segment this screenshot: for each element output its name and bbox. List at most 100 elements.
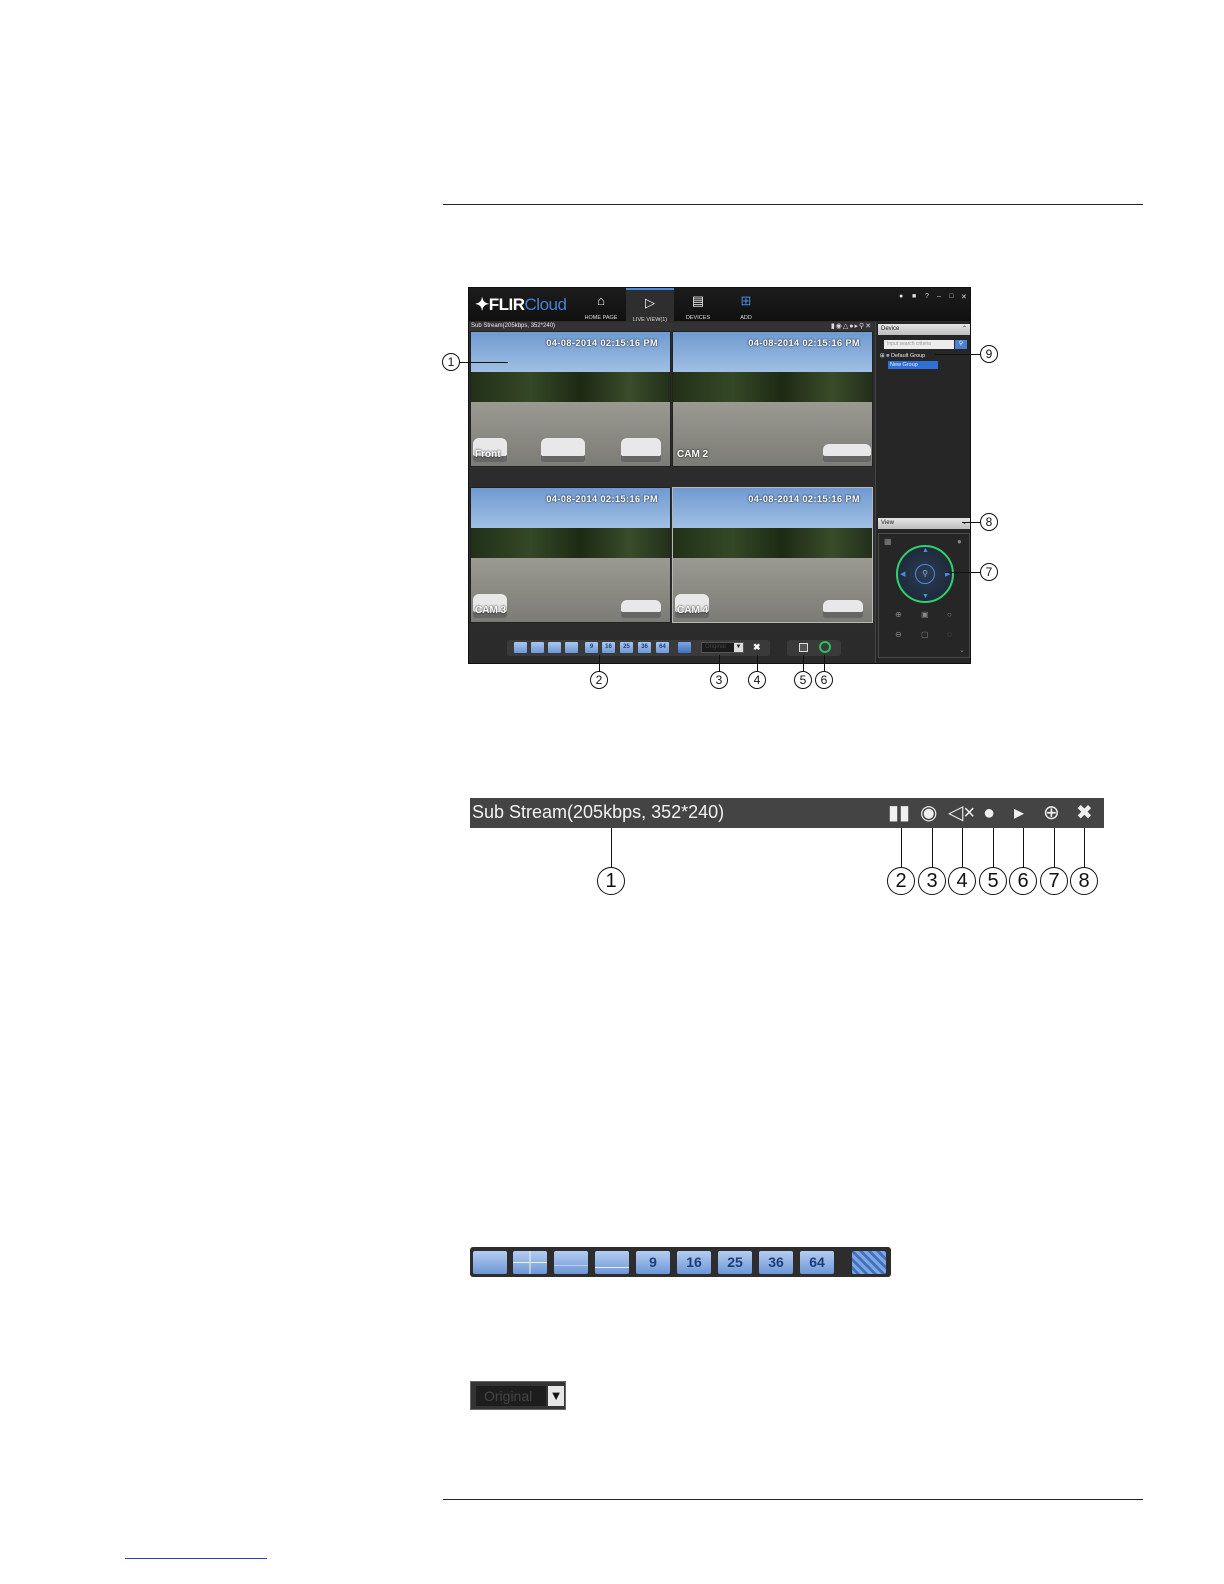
focus-icon[interactable]: ▣ [921, 610, 929, 619]
nav-devices[interactable]: ▤ DEVICES [674, 288, 722, 322]
ptz-user-icon[interactable]: ● [957, 537, 962, 546]
flir-cloud-window: ✦FLIRCloud ⌂ HOME PAGE ▷ LIVE VIEW(1) ▤ … [468, 287, 971, 664]
callout-leader [824, 655, 825, 672]
maximize-icon[interactable]: □ [949, 293, 953, 300]
layout-16-button[interactable]: 16 [677, 1251, 711, 1274]
layout-1-button[interactable] [514, 642, 527, 653]
camera-icon: ▷ [645, 295, 655, 310]
folder-icon: ■ [886, 353, 890, 359]
layout-4-button[interactable] [513, 1251, 547, 1274]
refresh-button[interactable] [819, 641, 831, 653]
layout-64-button[interactable]: 64 [800, 1251, 834, 1274]
callout-leader [945, 572, 981, 573]
camera-tile[interactable]: 04-08-2014 02:15:16 PM CAM 4 [672, 487, 873, 623]
callout-2: 2 [590, 671, 608, 689]
layout-4-button[interactable] [531, 642, 544, 653]
device-panel-header[interactable]: Device ⌃ [878, 324, 970, 335]
aspect-ratio-value: Original [705, 644, 726, 650]
callout-leader [803, 655, 804, 672]
callout-5: 5 [979, 867, 1007, 895]
layout-6-button[interactable] [554, 1251, 588, 1274]
stream-info-bar-zoomed: Sub Stream(205kbps, 352*240) ▮▮ ◉ ◁× ● ▸… [470, 798, 1104, 828]
nav-add[interactable]: ⊞ ADD [722, 288, 770, 322]
stream-info-text: Sub Stream(205kbps, 352*240) [471, 323, 556, 329]
lock-icon[interactable]: ■ [912, 293, 916, 300]
camera-tile[interactable]: 04-08-2014 02:15:16 PM CAM 3 [470, 487, 671, 623]
callout-3: 3 [710, 671, 728, 689]
arrow-up-icon[interactable]: ▲ [922, 547, 929, 554]
layout-25-button[interactable]: 25 [620, 642, 633, 653]
callout-2: 2 [887, 867, 915, 895]
camera-name: Front [475, 449, 501, 460]
arrow-left-icon[interactable]: ◀ [900, 570, 905, 578]
aspect-ratio-value: Original [476, 1386, 546, 1406]
callout-8: 8 [980, 513, 998, 531]
callout-leader [611, 828, 612, 868]
microphone-icon[interactable]: ● [983, 802, 995, 824]
callout-8: 8 [1070, 867, 1098, 895]
close-icon[interactable]: ✖ [1076, 802, 1093, 824]
digital-zoom-icon[interactable]: ⊕ [1043, 802, 1060, 824]
user-icon[interactable]: ● [899, 293, 903, 300]
iris-icon[interactable]: ○ [947, 610, 952, 619]
custom-layout-button[interactable] [678, 642, 691, 653]
camera-name: CAM 4 [677, 605, 709, 616]
camera-tile[interactable]: 04-08-2014 02:15:16 PM Front [470, 331, 671, 467]
header-rule [443, 204, 1143, 205]
tree-item-new-group[interactable]: New Group [888, 361, 938, 369]
layout-8-button[interactable] [565, 642, 578, 653]
callout-6: 6 [815, 671, 833, 689]
stream-toolbar-icons[interactable]: ▮◉△●▸⚲✕ [831, 322, 872, 331]
callout-leader [993, 828, 994, 868]
layout-36-button[interactable]: 36 [638, 642, 651, 653]
ptz-center-zoom-icon[interactable]: ⚲ [915, 564, 935, 584]
zoom-out-icon[interactable]: ⊖ [895, 630, 902, 639]
ptz-grid-icon[interactable]: ▦ [884, 537, 892, 546]
layout-9-button[interactable]: 9 [636, 1251, 670, 1274]
aspect-ratio-select-zoomed[interactable]: Original ▼ [470, 1381, 566, 1410]
nav-live-view[interactable]: ▷ LIVE VIEW(1) [626, 288, 674, 323]
snapshot-icon[interactable]: ◉ [920, 802, 937, 824]
arrow-down-icon[interactable]: ▼ [922, 593, 929, 600]
zoom-in-icon[interactable]: ⊕ [895, 610, 902, 619]
instant-playback-icon[interactable]: ▸ [1014, 802, 1024, 824]
focus-far-icon[interactable]: ▢ [921, 630, 929, 639]
iris-close-icon[interactable]: ◌ [947, 630, 952, 639]
add-icon: ⊞ [740, 293, 752, 308]
close-icon[interactable]: ✕ [961, 293, 967, 301]
layout-64-button[interactable]: 64 [656, 642, 669, 653]
callout-3: 3 [918, 867, 946, 895]
camera-tile[interactable]: 04-08-2014 02:15:16 PM CAM 2 [672, 331, 873, 467]
callout-9: 9 [980, 345, 998, 363]
camera-timestamp: 04-08-2014 02:15:16 PM [546, 494, 658, 504]
layout-16-button[interactable]: 16 [602, 642, 615, 653]
custom-layout-button[interactable] [852, 1251, 886, 1274]
callout-4: 4 [748, 671, 766, 689]
search-icon[interactable]: ⚲ [955, 340, 967, 349]
fullscreen-icon[interactable]: ✖ [753, 642, 761, 653]
callout-leader [932, 828, 933, 868]
device-search-input[interactable]: Input search criteria [884, 340, 954, 349]
flir-cloud-logo: ✦FLIRCloud [475, 295, 567, 314]
nav-home-page[interactable]: ⌂ HOME PAGE [577, 288, 625, 322]
mute-icon[interactable]: ◁× [948, 802, 975, 824]
ptz-direction-ring[interactable]: ▲ ▼ ◀ ▶ ⚲ [896, 545, 954, 603]
tree-item-default-group[interactable]: ⊞ ■ Default Group [880, 353, 925, 359]
record-all-button[interactable] [799, 643, 808, 652]
footer-link-underline[interactable] [125, 1558, 267, 1559]
callout-7: 7 [1040, 867, 1068, 895]
layout-36-button[interactable]: 36 [759, 1251, 793, 1274]
record-icon[interactable]: ▮▮ [888, 802, 910, 824]
minimize-icon[interactable]: – [937, 293, 941, 300]
layout-9-button[interactable]: 9 [585, 642, 598, 653]
view-panel-header[interactable]: View ⌄ [878, 518, 970, 529]
aspect-ratio-select[interactable]: Original ▼ [701, 642, 744, 653]
callout-leader [935, 354, 981, 355]
layout-25-button[interactable]: 25 [718, 1251, 752, 1274]
layout-8-button[interactable] [595, 1251, 629, 1274]
layout-1-button[interactable] [473, 1251, 507, 1274]
help-icon[interactable]: ? [925, 293, 929, 300]
chevron-down-icon[interactable]: ⌄ [959, 646, 965, 654]
callout-7: 7 [980, 563, 998, 581]
layout-6-button[interactable] [548, 642, 561, 653]
